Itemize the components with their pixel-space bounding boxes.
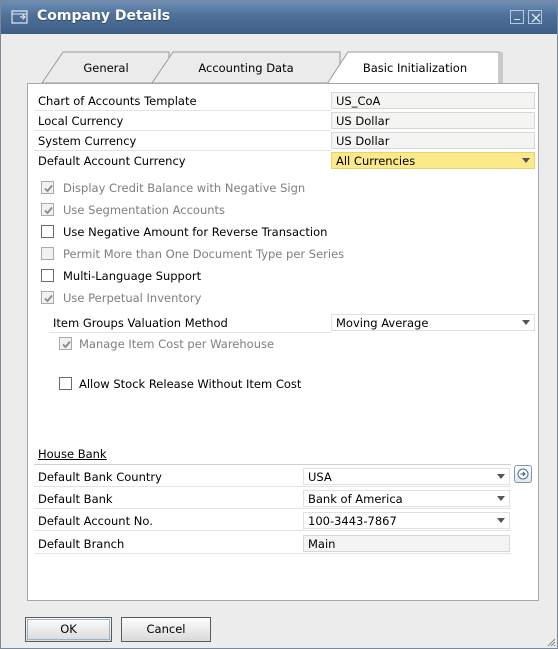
system-currency-field: US Dollar	[331, 132, 535, 149]
check-icon	[44, 206, 53, 215]
resize-grip-icon[interactable]	[546, 637, 556, 647]
divider	[34, 464, 511, 465]
default-bank-country-select[interactable]: USA	[303, 468, 510, 485]
bank-country-link-button[interactable]	[514, 465, 532, 483]
local-currency-label: Local Currency	[38, 114, 124, 128]
check-icon	[62, 340, 71, 349]
chart-of-accounts-field: US_CoA	[331, 92, 535, 109]
tab-label: Basic Initialization	[362, 61, 468, 75]
default-account-no-value: 100-3443-7867	[308, 514, 397, 528]
form-icon	[11, 10, 28, 24]
house-bank-section-title: House Bank	[38, 447, 107, 461]
close-button[interactable]	[528, 10, 542, 24]
ok-button[interactable]: OK	[25, 617, 112, 642]
default-bank-select[interactable]: Bank of America	[303, 490, 510, 507]
use-perpetual-inventory-checkbox[interactable]	[41, 291, 54, 304]
chevron-down-icon	[522, 158, 530, 163]
use-negative-amount-label: Use Negative Amount for Reverse Transact…	[63, 225, 328, 239]
close-icon	[531, 13, 541, 23]
default-bank-label: Default Bank	[38, 492, 113, 506]
valuation-method-label: Item Groups Valuation Method	[53, 316, 228, 330]
use-segmentation-label: Use Segmentation Accounts	[63, 203, 226, 217]
default-bank-value: Bank of America	[308, 492, 403, 506]
chart-of-accounts-label: Chart of Accounts Template	[38, 94, 197, 108]
permit-multiple-doc-types-label: Permit More than One Document Type per S…	[63, 247, 345, 261]
default-account-no-select[interactable]: 100-3443-7867	[303, 512, 510, 529]
local-currency-field: US Dollar	[331, 112, 535, 129]
allow-stock-release-checkbox[interactable]	[59, 377, 72, 390]
window-title: Company Details	[37, 8, 171, 24]
manage-item-cost-label: Manage Item Cost per Warehouse	[79, 337, 275, 351]
minimize-button[interactable]	[510, 10, 524, 24]
divider	[49, 332, 331, 333]
multi-language-support-checkbox[interactable]	[41, 269, 54, 282]
link-arrow-icon	[517, 468, 529, 480]
chevron-down-icon	[497, 474, 505, 479]
cancel-button[interactable]: Cancel	[121, 617, 211, 642]
divider	[34, 508, 511, 509]
chevron-down-icon	[497, 518, 505, 523]
multi-language-support-label: Multi-Language Support	[63, 269, 202, 283]
display-credit-balance-label: Display Credit Balance with Negative Sig…	[63, 181, 306, 195]
valuation-method-value: Moving Average	[336, 316, 429, 330]
chevron-down-icon	[522, 320, 530, 325]
tab-basic-initialization[interactable]: Basic Initialization	[326, 51, 504, 84]
allow-stock-release-label: Allow Stock Release Without Item Cost	[79, 377, 302, 391]
use-segmentation-checkbox[interactable]	[41, 203, 54, 216]
display-credit-balance-checkbox[interactable]	[41, 181, 54, 194]
tab-accounting-data[interactable]: Accounting Data	[151, 51, 341, 84]
check-icon	[44, 294, 53, 303]
default-bank-country-value: USA	[308, 470, 332, 484]
default-bank-country-label: Default Bank Country	[38, 470, 162, 484]
company-details-window: Company Details General Accounting Data …	[0, 0, 558, 649]
divider	[34, 130, 331, 131]
permit-multiple-doc-types-checkbox[interactable]	[41, 247, 54, 260]
use-negative-amount-checkbox[interactable]	[41, 225, 54, 238]
default-account-currency-select[interactable]: All Currencies	[331, 152, 535, 169]
divider	[34, 110, 331, 111]
default-account-currency-label: Default Account Currency	[38, 154, 186, 168]
default-branch-label: Default Branch	[38, 537, 125, 551]
default-branch-field: Main	[303, 535, 510, 552]
title-bar[interactable]: Company Details	[1, 1, 557, 34]
default-account-currency-value: All Currencies	[336, 154, 416, 168]
chevron-down-icon	[497, 496, 505, 501]
default-account-no-label: Default Account No.	[38, 514, 153, 528]
divider	[34, 486, 511, 487]
use-perpetual-inventory-label: Use Perpetual Inventory	[63, 291, 202, 305]
divider	[34, 530, 511, 531]
divider	[34, 553, 511, 554]
valuation-method-select[interactable]: Moving Average	[331, 314, 535, 331]
manage-item-cost-checkbox[interactable]	[59, 337, 72, 350]
system-currency-label: System Currency	[38, 134, 137, 148]
divider	[34, 150, 331, 151]
check-icon	[44, 184, 53, 193]
tab-label: Accounting Data	[198, 61, 294, 75]
